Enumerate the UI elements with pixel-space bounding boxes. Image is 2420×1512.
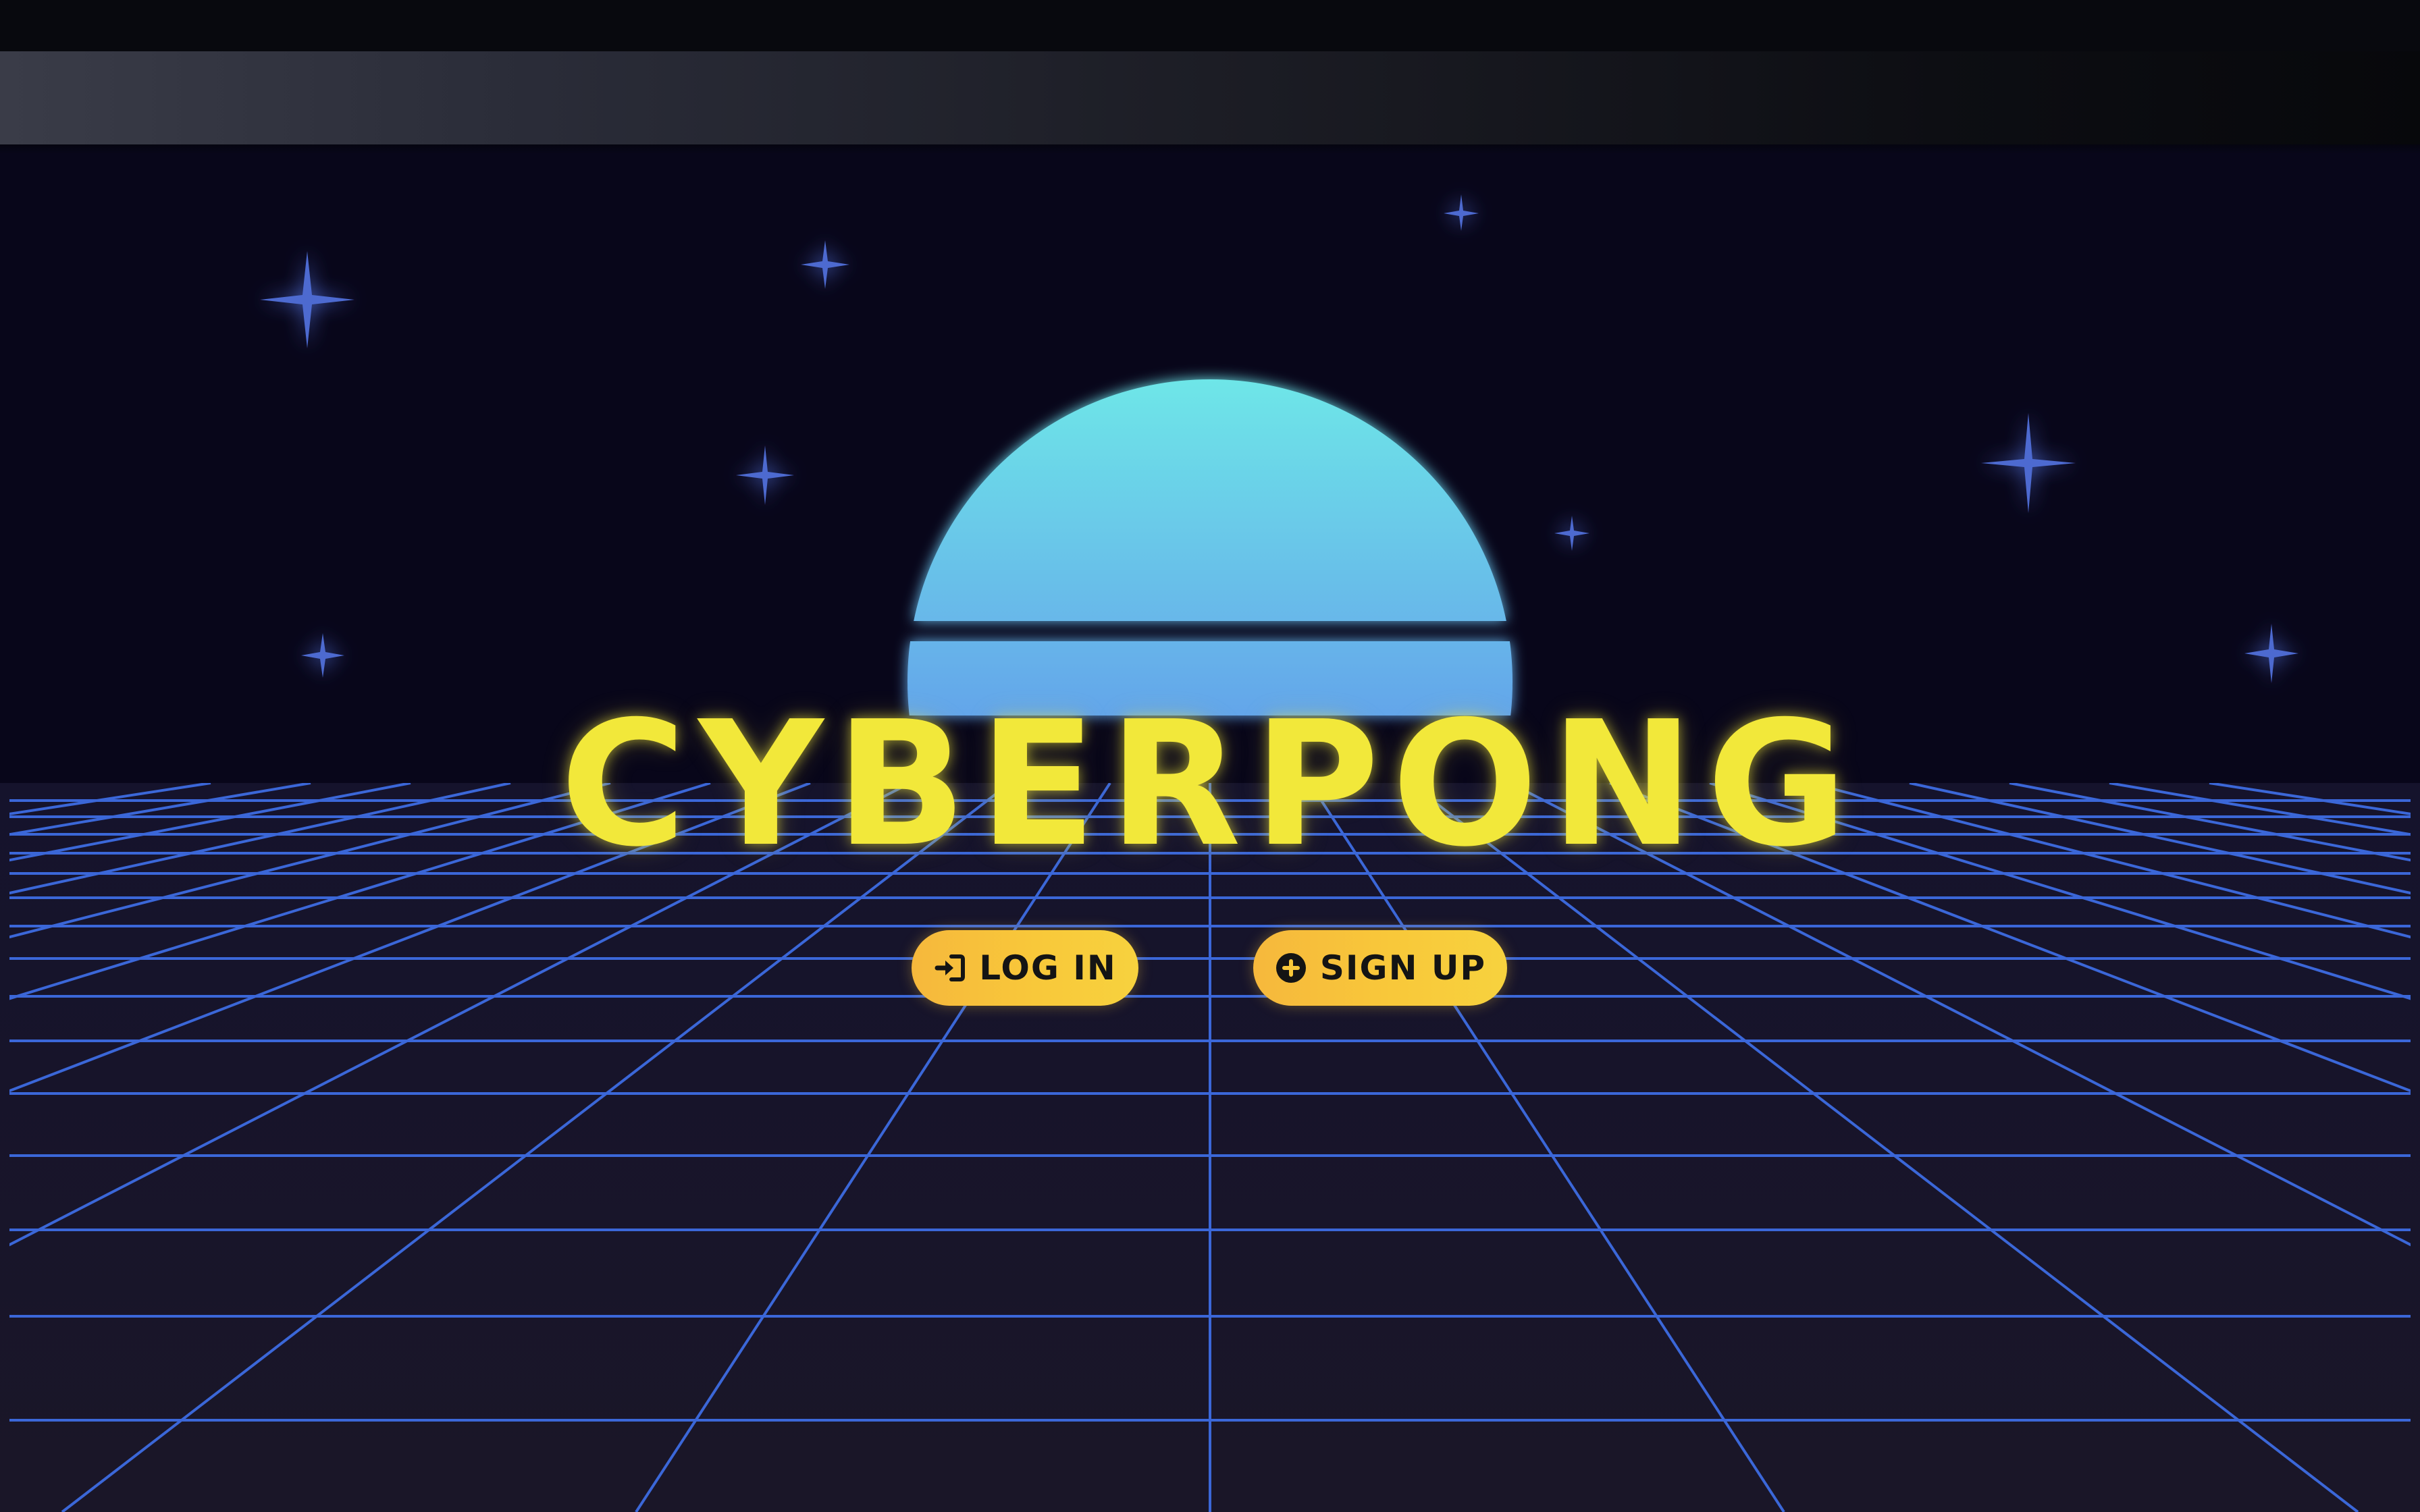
sign-up-button[interactable]: SIGN UP bbox=[1253, 930, 1507, 1006]
neon-grid bbox=[0, 781, 2420, 1512]
sign-in-icon bbox=[935, 954, 966, 981]
game-title: CYBERPONG bbox=[560, 684, 1860, 885]
plus-circle-icon bbox=[1275, 953, 1306, 983]
star-icon bbox=[1444, 194, 1479, 231]
star-icon bbox=[2244, 624, 2298, 683]
sign-up-label: SIGN UP bbox=[1319, 948, 1487, 988]
star-icon bbox=[801, 240, 849, 289]
star-icon bbox=[301, 633, 344, 678]
star-icon bbox=[1554, 516, 1589, 551]
app-window: CYBERPONG LOG IN SIGN UP bbox=[0, 0, 2420, 1512]
star-icon bbox=[1981, 413, 2076, 513]
log-in-label: LOG IN bbox=[979, 948, 1117, 988]
star-icon bbox=[260, 251, 354, 348]
log-in-button[interactable]: LOG IN bbox=[912, 930, 1138, 1006]
star-icon bbox=[736, 446, 794, 505]
